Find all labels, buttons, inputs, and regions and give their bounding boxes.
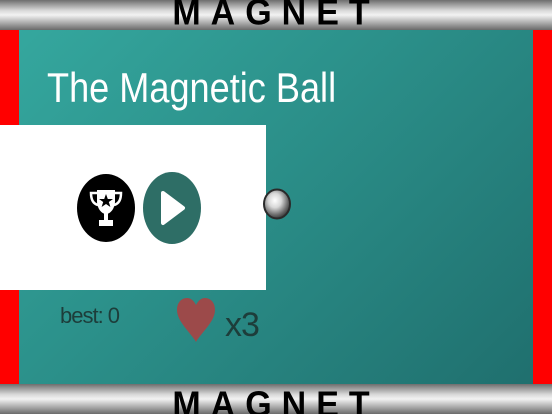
magnetic-ball: [263, 188, 291, 220]
best-score: best: 0: [60, 303, 120, 328]
game-title: The Magnetic Ball: [47, 64, 337, 111]
trophy-icon: [89, 190, 123, 226]
top-banner-text: MAGNET: [172, 0, 380, 30]
bottom-banner-text: MAGNET: [172, 385, 380, 414]
bottom-magnet-banner: MAGNET: [0, 384, 552, 414]
lives-count: x3: [225, 306, 260, 344]
play-icon: [161, 191, 185, 225]
play-button[interactable]: [143, 172, 201, 244]
top-magnet-banner: MAGNET: [0, 0, 552, 30]
leaderboard-button[interactable]: [77, 174, 135, 242]
heart-icon: [177, 298, 215, 342]
right-magnet-wall: [533, 30, 552, 384]
